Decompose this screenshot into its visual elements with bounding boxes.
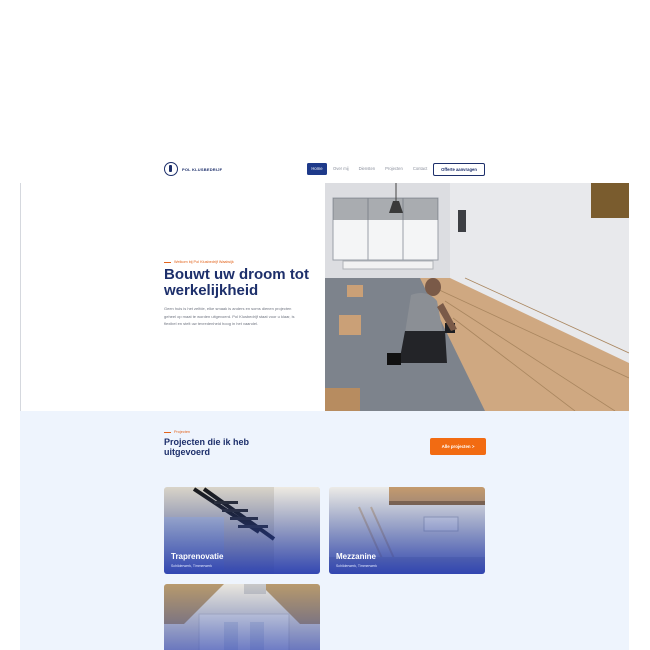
logo-text: POL KLUSBEDRIJF: [182, 166, 223, 172]
all-projects-button[interactable]: Alle projecten >: [430, 438, 486, 455]
hero-title: Bouwt uw droom tot werkelijkheid: [164, 266, 309, 299]
main-menu: Home Over mij Diensten Projecten Contact: [307, 163, 433, 175]
page: POL KLUSBEDRIJF Home Over mij Diensten P…: [20, 155, 629, 650]
hero-eyebrow: Welkom bij Pol Klusbedrijf Waalwijk: [164, 260, 234, 264]
quote-button[interactable]: Offerte aanvragen: [433, 163, 485, 176]
dash-icon: [164, 261, 171, 263]
project-card-title: Mezzanine: [336, 552, 377, 561]
project-image: [164, 584, 320, 650]
nav-projecten[interactable]: Projecten: [381, 163, 407, 175]
hero-section: Welkom bij Pol Klusbedrijf Waalwijk Bouw…: [20, 183, 629, 411]
logo[interactable]: POL KLUSBEDRIJF: [164, 162, 222, 176]
divider: [20, 183, 21, 411]
projects-title: Projecten die ik heb uitgevoerd: [164, 437, 250, 457]
dash-icon: [164, 431, 171, 433]
projects-section: Projecten Projecten die ik heb uitgevoer…: [20, 411, 629, 650]
project-card[interactable]: [164, 584, 320, 650]
project-card-mezzanine[interactable]: Mezzanine Schilderwerk, Timmerwerk: [329, 487, 485, 574]
nav-home[interactable]: Home: [307, 163, 327, 175]
projects-eyebrow: Projecten: [164, 430, 190, 434]
hero-text: Geen huis is het zelfde, elke smaak is a…: [164, 306, 295, 326]
nav-over-mij[interactable]: Over mij: [329, 163, 353, 175]
hero-image: [325, 183, 629, 411]
nav-diensten[interactable]: Diensten: [355, 163, 380, 175]
hero-eyebrow-text: Welkom bij Pol Klusbedrijf Waalwijk: [174, 260, 234, 264]
project-card-traprenovatie[interactable]: Traprenovatie Schilderwerk, Timmerwerk: [164, 487, 320, 574]
project-card-subtitle: Schilderwerk, Timmerwerk: [336, 564, 378, 568]
nav-contact[interactable]: Contact: [409, 163, 431, 175]
logo-icon: [164, 162, 178, 176]
site-header: POL KLUSBEDRIJF Home Over mij Diensten P…: [20, 155, 629, 183]
project-card-title: Traprenovatie: [171, 552, 224, 561]
projects-eyebrow-text: Projecten: [174, 430, 191, 434]
project-card-subtitle: Schilderwerk, Timmerwerk: [171, 564, 213, 568]
